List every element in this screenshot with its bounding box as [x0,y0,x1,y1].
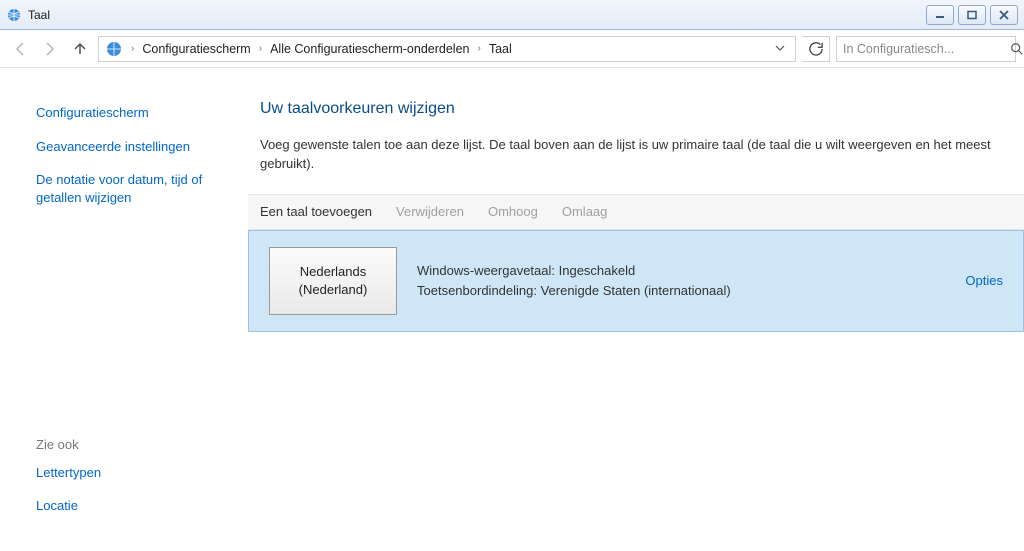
nav-forward-button[interactable] [38,37,62,61]
language-tile[interactable]: Nederlands (Nederland) [269,247,397,315]
nav-up-button[interactable] [68,37,92,61]
breadcrumb[interactable]: › Configuratiescherm › Alle Configuratie… [98,36,796,62]
window-controls [926,5,1018,25]
sidebar: Configuratiescherm Geavanceerde instelli… [0,68,248,551]
language-keyboard-layout: Toetsenbordindeling: Verenigde Staten (i… [417,281,945,301]
chevron-right-icon: › [476,43,483,54]
minimize-button[interactable] [926,5,954,25]
maximize-button[interactable] [958,5,986,25]
content-area: Configuratiescherm Geavanceerde instelli… [0,68,1024,551]
sidebar-link-location[interactable]: Locatie [36,497,228,515]
search-box[interactable] [836,36,1016,62]
toolbar-remove: Verwijderen [396,204,464,219]
refresh-button[interactable] [802,36,830,62]
nav-back-button[interactable] [8,37,32,61]
sidebar-link-home[interactable]: Configuratiescherm [36,104,228,122]
language-row[interactable]: Nederlands (Nederland) Windows-weergavet… [248,230,1024,332]
breadcrumb-item-0[interactable]: Configuratiescherm [138,42,254,56]
language-details: Windows-weergavetaal: Ingeschakeld Toets… [417,261,945,300]
page-heading: Uw taalvoorkeuren wijzigen [260,100,1008,118]
titlebar: Taal [0,0,1024,30]
breadcrumb-item-1[interactable]: Alle Configuratiescherm-onderdelen [266,42,473,56]
language-region: (Nederland) [299,281,368,299]
language-name: Nederlands [300,263,367,281]
toolbar-add-language[interactable]: Een taal toevoegen [260,204,372,219]
window-icon [6,7,22,23]
navbar: › Configuratiescherm › Alle Configuratie… [0,30,1024,68]
breadcrumb-item-2[interactable]: Taal [485,42,516,56]
window-title: Taal [28,8,926,22]
sidebar-link-fonts[interactable]: Lettertypen [36,464,228,482]
chevron-right-icon: › [129,43,136,54]
close-button[interactable] [990,5,1018,25]
control-panel-icon [105,40,123,58]
language-toolbar: Een taal toevoegen Verwijderen Omhoog Om… [248,194,1024,230]
toolbar-move-down: Omlaag [562,204,608,219]
language-display-status: Windows-weergavetaal: Ingeschakeld [417,261,945,281]
toolbar-move-up: Omhoog [488,204,538,219]
page-description: Voeg gewenste talen toe aan deze lijst. … [260,136,1008,174]
sidebar-seealso-title: Zie ook [36,437,228,452]
search-input[interactable] [837,42,1010,56]
chevron-right-icon: › [257,43,264,54]
language-options-link[interactable]: Opties [965,273,1011,288]
search-icon[interactable] [1010,42,1024,56]
sidebar-link-advanced[interactable]: Geavanceerde instellingen [36,138,228,156]
breadcrumb-dropdown[interactable] [769,42,791,56]
main-panel: Uw taalvoorkeuren wijzigen Voeg gewenste… [248,68,1024,551]
sidebar-link-formats[interactable]: De notatie voor datum, tijd of getallen … [36,171,228,206]
